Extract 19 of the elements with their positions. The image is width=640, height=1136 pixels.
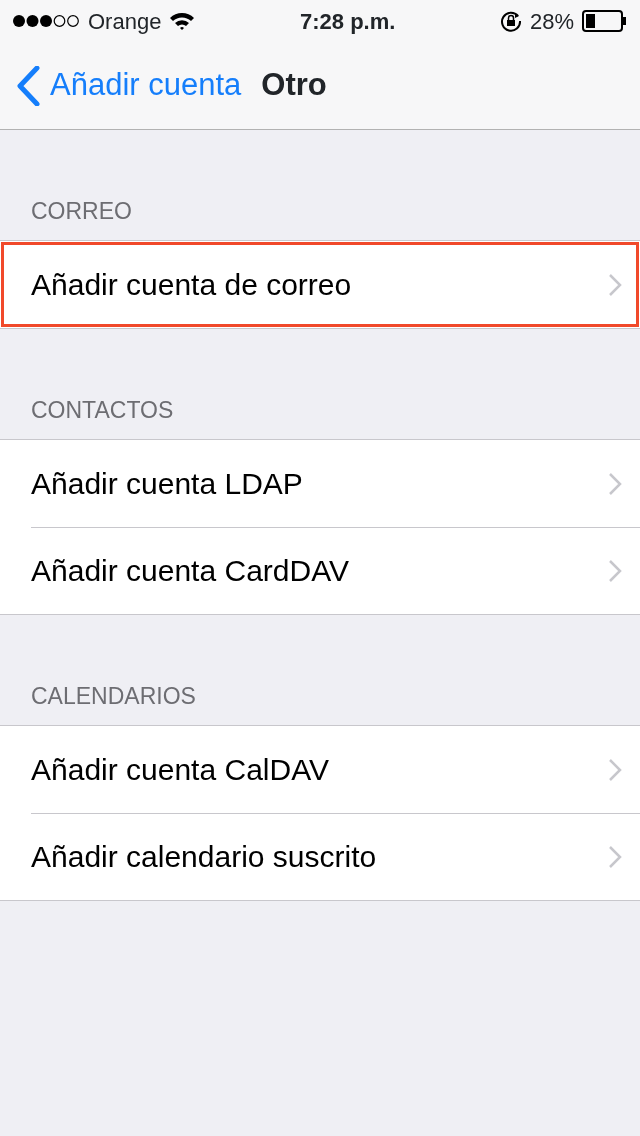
carrier-name: Orange	[88, 7, 162, 36]
section-header: CALENDARIOS	[31, 681, 196, 711]
chevron-icon	[608, 558, 622, 583]
signal-icon	[12, 14, 80, 28]
chevron-icon	[608, 844, 622, 869]
battery-icon	[582, 10, 628, 32]
section-header: CONTACTOS	[31, 395, 174, 425]
nav-title: Otro	[261, 66, 327, 105]
battery-percent: 28%	[529, 7, 574, 36]
back-chevron-icon	[16, 65, 40, 106]
chevron-icon	[608, 272, 622, 297]
rotation-lock-icon	[499, 10, 522, 32]
chevron-icon	[608, 471, 622, 496]
wifi-icon	[169, 11, 196, 31]
status-time: 7:28 p.m.	[300, 7, 396, 36]
section-header: CORREO	[31, 196, 132, 226]
list-row[interactable]: Añadir cuenta de correo	[0, 241, 640, 328]
back-button[interactable]: Añadir cuenta	[16, 62, 242, 109]
chevron-icon	[608, 757, 622, 782]
